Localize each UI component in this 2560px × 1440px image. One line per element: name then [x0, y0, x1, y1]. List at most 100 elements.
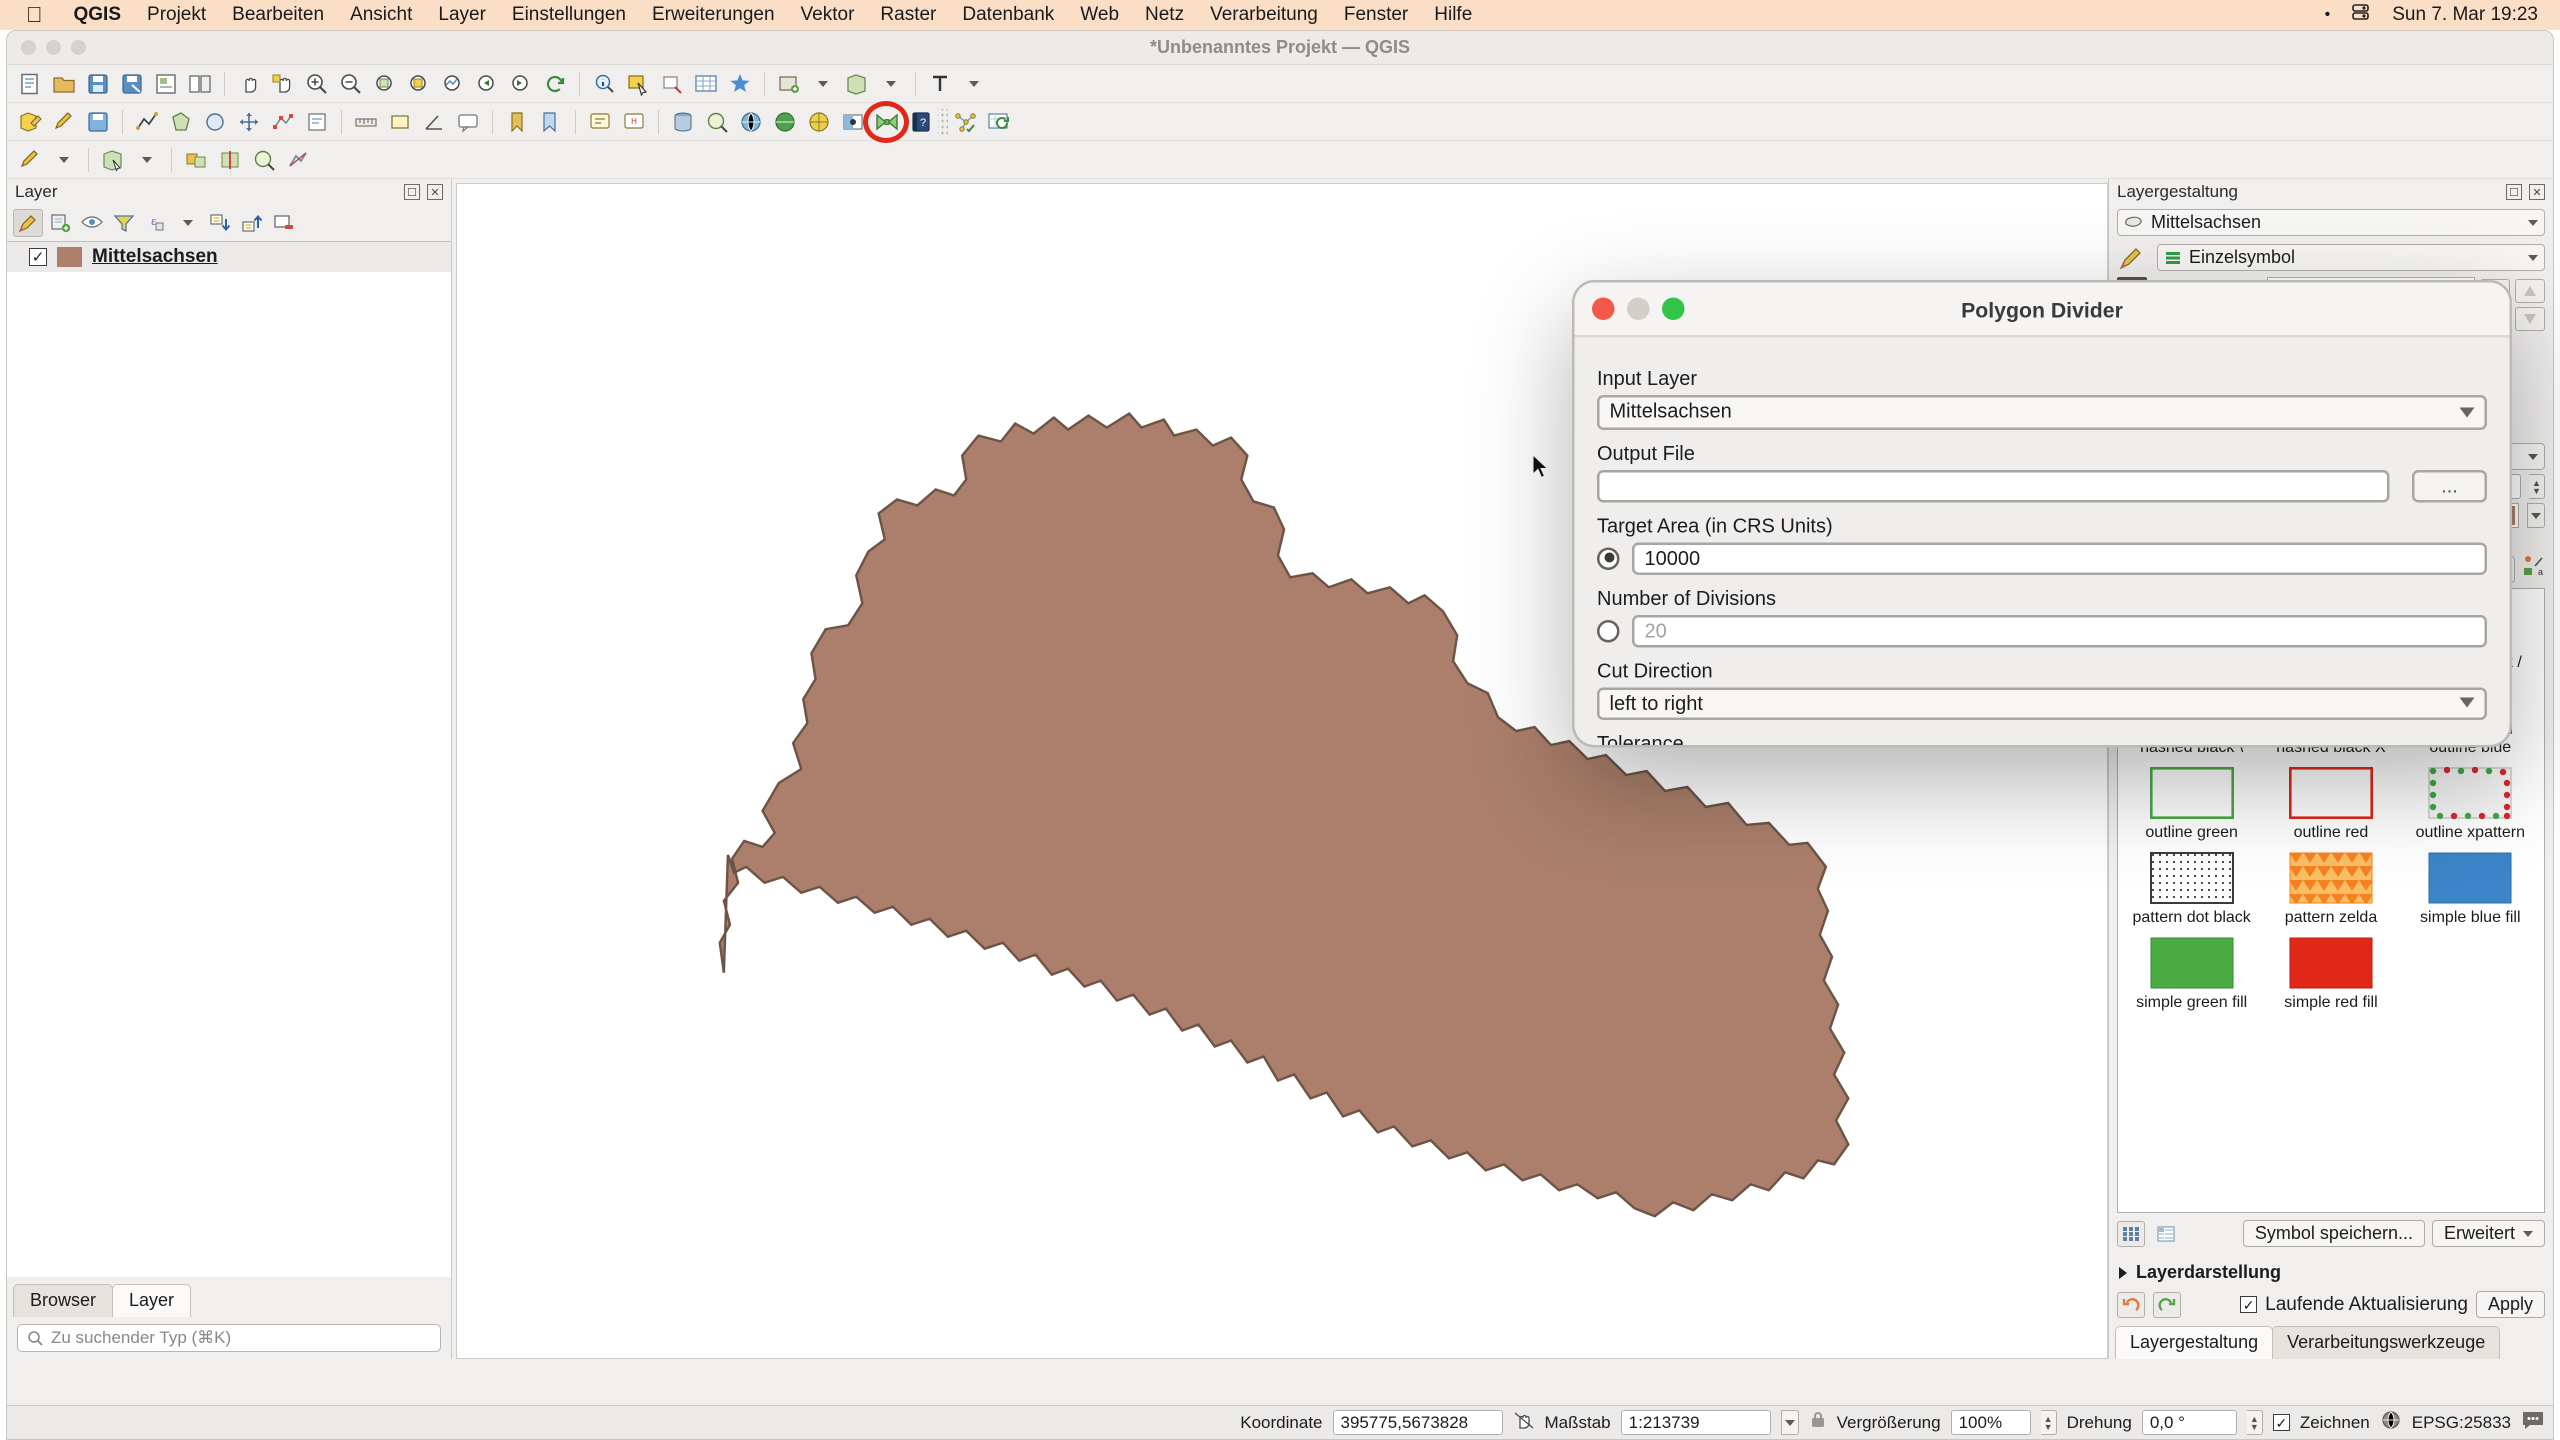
close-panel-icon[interactable]: ✕ — [427, 184, 443, 200]
save-project-as-icon[interactable] — [115, 68, 149, 100]
rotation-stepper[interactable]: ▲ ▼ — [2246, 1410, 2263, 1435]
layout-manager-icon[interactable] — [183, 68, 217, 100]
symbol-thumbnail[interactable] — [2288, 766, 2374, 820]
chevron-down-icon[interactable] — [2528, 453, 2538, 460]
battery-icon[interactable] — [2350, 3, 2372, 27]
new-bookmark-icon[interactable] — [500, 106, 534, 138]
cut-direction-select[interactable]: left to right — [1597, 686, 2487, 720]
advanced-button[interactable]: Erweitert — [2431, 1220, 2545, 1247]
chevron-right-icon[interactable] — [2119, 1266, 2127, 1279]
menu-item-bearbeiten[interactable]: Bearbeiten — [219, 4, 337, 26]
merge-features-icon[interactable] — [179, 144, 213, 176]
messages-icon[interactable] — [2521, 1409, 2545, 1436]
gallery-list-view-button[interactable] — [2152, 1221, 2180, 1247]
add-circle-feature-icon[interactable] — [198, 106, 232, 138]
measure-angle-icon[interactable] — [417, 106, 451, 138]
output-file-input[interactable] — [1597, 468, 2390, 502]
simplify-feature-icon[interactable] — [281, 144, 315, 176]
save-symbol-button[interactable]: Symbol speichern... — [2242, 1220, 2425, 1247]
open-project-icon[interactable] — [47, 68, 81, 100]
new-project-icon[interactable] — [13, 68, 47, 100]
save-project-icon[interactable] — [81, 68, 115, 100]
zoom-in-icon[interactable] — [300, 68, 334, 100]
symbol-thumbnail[interactable] — [2289, 937, 2373, 989]
toolbar-drag-handle[interactable] — [938, 108, 948, 135]
menu-item-vektor[interactable]: Vektor — [788, 4, 868, 26]
collapse-all-button[interactable] — [237, 209, 267, 237]
symbol-gallery-item[interactable]: outline green — [2122, 766, 2261, 842]
crs-label[interactable]: EPSG:25833 — [2412, 1413, 2511, 1433]
menu-item-hilfe[interactable]: Hilfe — [1421, 4, 1485, 26]
filter-legend-expression-button[interactable]: ε — [141, 209, 171, 237]
tab-verarbeitungswerkzeuge[interactable]: Verarbeitungswerkzeuge — [2272, 1326, 2501, 1359]
menu-item-datenbank[interactable]: Datenbank — [949, 4, 1067, 26]
select-dropdown-icon[interactable] — [130, 144, 164, 176]
render-checkbox[interactable]: ✓ — [2272, 1414, 2290, 1431]
styling-layer-select[interactable]: Mittelsachsen — [2117, 209, 2545, 236]
symbol-gallery-item[interactable]: outline red — [2261, 766, 2400, 842]
zoom-last-icon[interactable] — [470, 68, 504, 100]
chevron-down-icon[interactable] — [2528, 254, 2538, 261]
menu-item-einstellungen[interactable]: Einstellungen — [499, 4, 639, 26]
split-features-icon[interactable] — [213, 144, 247, 176]
symbol-gallery-item[interactable]: pattern dot black — [2122, 852, 2261, 927]
reshape-features-icon[interactable] — [247, 144, 281, 176]
input-layer-select[interactable]: Mittelsachsen — [1597, 395, 2487, 429]
select-by-location-icon[interactable] — [96, 144, 130, 176]
scale-field[interactable]: 1:213739 — [1620, 1410, 1771, 1435]
menu-item-erweiterungen[interactable]: Erweiterungen — [639, 4, 788, 26]
zoom-to-layer-icon[interactable] — [436, 68, 470, 100]
coordinate-field[interactable]: 395775,5673828 — [1332, 1410, 1503, 1435]
deselect-features-icon[interactable] — [655, 68, 689, 100]
symbol-thumbnail[interactable] — [2428, 852, 2512, 904]
style-manager-icon[interactable]: a — [2521, 554, 2545, 584]
add-vector-layer-icon[interactable] — [840, 68, 874, 100]
zoom-next-icon[interactable] — [504, 68, 538, 100]
tab-layer[interactable]: Layer — [112, 1284, 192, 1317]
lock-icon[interactable] — [1809, 1410, 1827, 1435]
qgis2web-plugin-icon[interactable] — [802, 106, 836, 138]
add-line-feature-icon[interactable] — [130, 106, 164, 138]
advanced-digitizing-dropdown-icon[interactable] — [47, 144, 81, 176]
text-annotation-icon[interactable] — [583, 106, 617, 138]
refresh-attribute-table-icon[interactable] — [982, 106, 1016, 138]
layer-name-label[interactable]: Mittelsachsen — [92, 246, 218, 268]
filter-legend-button[interactable] — [109, 209, 139, 237]
pan-to-selection-icon[interactable] — [266, 68, 300, 100]
database-manager-icon[interactable] — [666, 106, 700, 138]
move-feature-icon[interactable] — [232, 106, 266, 138]
close-panel-icon[interactable]: ✕ — [2529, 184, 2545, 200]
chevron-down-icon[interactable] — [2528, 219, 2538, 226]
remove-layer-button[interactable] — [269, 209, 299, 237]
move-symbol-layer-up-button[interactable] — [2515, 279, 2545, 303]
new-layer-dropdown-icon[interactable] — [806, 68, 840, 100]
layer-tree-row-mittelsachsen[interactable]: ✓ Mittelsachsen — [7, 242, 451, 272]
symbol-gallery-item[interactable]: simple green fill — [2122, 937, 2261, 1012]
magnifier-stepper[interactable]: ▲ ▼ — [2040, 1410, 2057, 1435]
apply-button[interactable]: Apply — [2475, 1291, 2545, 1318]
manage-layer-visibility-button[interactable] — [77, 209, 107, 237]
save-layer-edits-icon[interactable] — [81, 106, 115, 138]
new-print-layout-icon[interactable] — [149, 68, 183, 100]
scale-dropdown-button[interactable] — [1780, 1410, 1799, 1435]
menu-item-raster[interactable]: Raster — [867, 4, 949, 26]
modify-attributes-icon[interactable] — [300, 106, 334, 138]
target-area-radio[interactable] — [1597, 546, 1620, 569]
menu-item-ansicht[interactable]: Ansicht — [337, 4, 425, 26]
chevron-down-icon[interactable] — [2523, 1230, 2533, 1237]
expand-all-button[interactable] — [205, 209, 235, 237]
symbol-thumbnail[interactable] — [2149, 766, 2235, 820]
color-dropdown-button[interactable] — [2527, 503, 2545, 528]
menu-item-web[interactable]: Web — [1067, 4, 1132, 26]
zoom-full-icon[interactable] — [368, 68, 402, 100]
chevron-down-icon[interactable] — [2459, 698, 2475, 709]
georeferencer-icon[interactable] — [700, 106, 734, 138]
locator-search-box[interactable]: Zu suchender Typ (⌘K) — [17, 1324, 441, 1352]
pan-map-icon[interactable] — [232, 68, 266, 100]
symbol-gallery-item[interactable]: simple blue fill — [2401, 852, 2540, 927]
map-tips-icon[interactable] — [451, 106, 485, 138]
output-file-browse-button[interactable]: ... — [2412, 468, 2487, 502]
apple-logo-icon[interactable]:  — [26, 4, 43, 26]
symbol-thumbnail[interactable] — [2428, 766, 2512, 820]
new-shapefile-layer-icon[interactable] — [772, 68, 806, 100]
